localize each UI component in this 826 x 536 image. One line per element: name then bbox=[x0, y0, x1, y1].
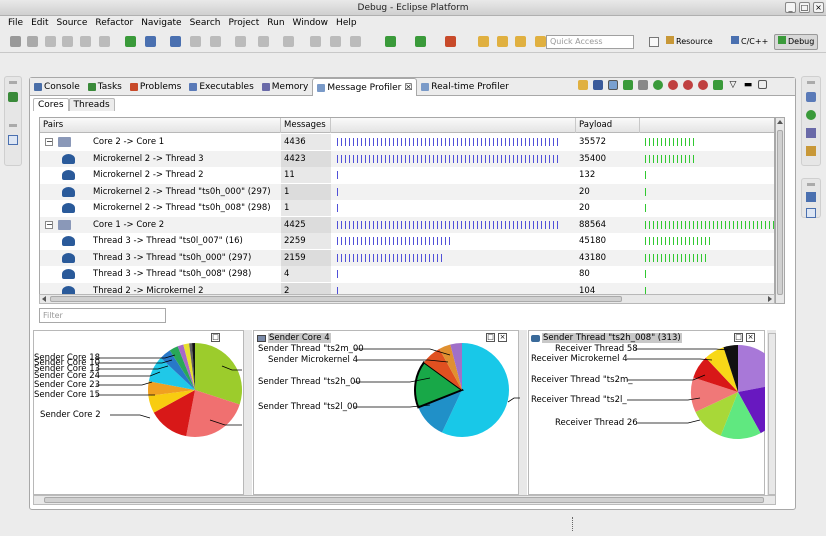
pie-label: Sender Core 2 bbox=[40, 410, 101, 420]
leader-line bbox=[637, 419, 701, 424]
pie-label: Receiver Thread "ts2m_ bbox=[531, 375, 633, 385]
pie-label: Sender Core 23 bbox=[34, 380, 101, 390]
leader-line bbox=[627, 397, 701, 401]
pie-label: Receiver Thread "ts2l_ bbox=[531, 395, 627, 405]
pie-label: Sender Thread "ts2l_00 bbox=[258, 402, 358, 412]
leader-line bbox=[507, 397, 520, 403]
pie-label: Sender Microkernel 4 bbox=[268, 355, 358, 365]
status-sash bbox=[572, 517, 575, 531]
pie-label: Sender Thread "ts2m_00 bbox=[258, 344, 364, 354]
pie3-slice[interactable] bbox=[738, 345, 784, 392]
pie-label: Receiver Thread 58 bbox=[555, 344, 638, 354]
chart-horizontal-scrollbar[interactable] bbox=[33, 495, 776, 505]
leader-line bbox=[627, 358, 713, 361]
pie-label: Sender Core 15 bbox=[34, 390, 101, 400]
leader-line bbox=[96, 381, 153, 386]
pie-label: Receiver Thread 26 bbox=[555, 418, 638, 428]
chart-vertical-scrollbar[interactable] bbox=[768, 333, 776, 495]
leader-line bbox=[110, 414, 151, 419]
pie-label: Sender Thread "ts2h_00 bbox=[258, 377, 361, 387]
pie-charts bbox=[96, 343, 784, 439]
leader-line bbox=[635, 348, 729, 351]
pie-label: Receiver Microkernel 4 bbox=[531, 354, 628, 364]
